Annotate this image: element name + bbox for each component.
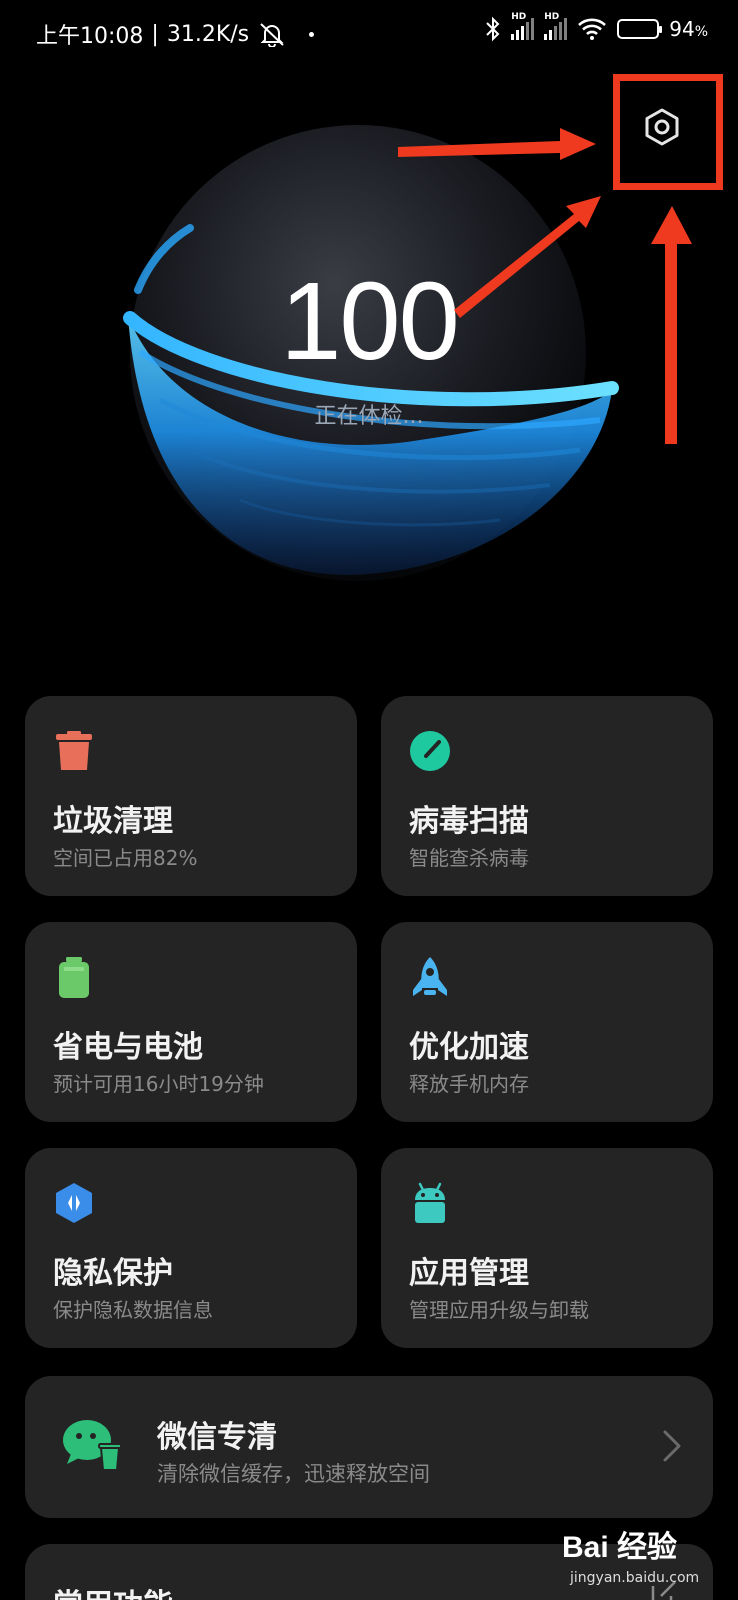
signal-2-icon: HD xyxy=(544,12,568,40)
wechat-clean-icon xyxy=(63,1420,122,1471)
card-wechat-clean[interactable]: 微信专清 清除微信缓存，迅速释放空间 xyxy=(25,1376,713,1518)
card-virus-scan[interactable]: 病毒扫描 智能查杀病毒 xyxy=(381,696,713,896)
wechat-card-subtitle: 清除微信缓存，迅速释放空间 xyxy=(157,1462,430,1486)
card-title: 隐私保护 xyxy=(53,1256,173,1291)
baidu-jingyan-watermark: Bai 经验 jingyan.baidu.com xyxy=(562,1522,712,1596)
watermark-logo: Bai 经验 xyxy=(562,1531,678,1564)
card-title: 优化加速 xyxy=(409,1030,529,1065)
wechat-card-title: 微信专清 xyxy=(157,1420,277,1455)
status-bar: 上午10:08 | 31.2K/s HD HD 94% xyxy=(0,0,738,64)
battery-percent: 94 xyxy=(669,17,695,41)
status-right: HD HD 94% xyxy=(485,12,708,42)
card-subtitle: 空间已占用82% xyxy=(53,846,198,870)
card-title: 应用管理 xyxy=(409,1256,529,1291)
rocket-icon xyxy=(413,957,447,996)
notification-dot-icon xyxy=(309,31,315,37)
status-left: 上午10:08 | 31.2K/s xyxy=(36,18,315,50)
virus-scan-icon xyxy=(410,731,450,771)
android-icon xyxy=(415,1182,445,1223)
card-subtitle: 预计可用16小时19分钟 xyxy=(53,1072,264,1096)
watermark-url: jingyan.baidu.com xyxy=(570,1570,700,1586)
wifi-icon xyxy=(578,18,607,40)
privacy-shield-icon xyxy=(56,1183,92,1223)
card-subtitle: 管理应用升级与卸载 xyxy=(409,1298,589,1322)
settings-icon xyxy=(645,108,679,146)
card-subtitle: 保护隐私数据信息 xyxy=(53,1298,213,1322)
card-privacy[interactable]: 隐私保护 保护隐私数据信息 xyxy=(25,1148,357,1348)
card-subtitle: 释放手机内存 xyxy=(409,1072,529,1096)
card-app-manager[interactable]: 应用管理 管理应用升级与卸载 xyxy=(381,1148,713,1348)
status-time: 上午10:08 xyxy=(36,24,144,49)
network-speed: 31.2K/s xyxy=(166,21,250,47)
battery-icon xyxy=(617,19,663,39)
card-junk-clean[interactable]: 垃圾清理 空间已占用82% xyxy=(25,696,357,896)
health-score: 100 xyxy=(280,260,460,383)
battery-icon xyxy=(59,957,89,998)
card-battery-saver[interactable]: 省电与电池 预计可用16小时19分钟 xyxy=(25,922,357,1122)
signal-1-icon: HD xyxy=(511,12,535,40)
settings-button[interactable] xyxy=(631,88,693,166)
chevron-right-icon xyxy=(663,1430,681,1462)
common-functions-title: 常用功能 xyxy=(53,1580,173,1600)
trash-can-icon xyxy=(56,731,92,770)
card-subtitle: 智能查杀病毒 xyxy=(409,846,529,870)
card-title: 省电与电池 xyxy=(53,1030,203,1065)
bluetooth-icon xyxy=(486,16,500,42)
scan-status-text: 正在体检... xyxy=(314,404,424,429)
card-speed-boost[interactable]: 优化加速 释放手机内存 xyxy=(381,922,713,1122)
card-title: 垃圾清理 xyxy=(53,804,173,839)
card-title: 病毒扫描 xyxy=(409,804,529,839)
mute-bell-icon xyxy=(260,23,284,47)
